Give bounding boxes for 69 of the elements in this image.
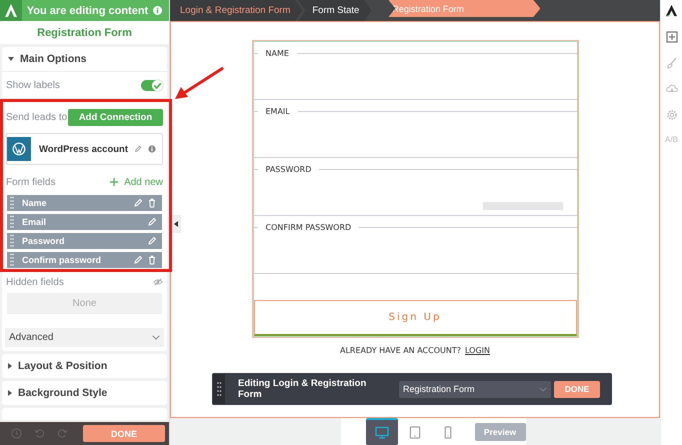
field-label: EMAIL	[258, 106, 298, 116]
trash-icon[interactable]	[147, 198, 157, 208]
field-label: PASSWORD	[258, 164, 320, 174]
form-field-item[interactable]: Confirm password	[7, 252, 162, 268]
drag-handle-icon[interactable]	[213, 374, 225, 404]
drag-handle-icon[interactable]	[10, 253, 14, 267]
arrow	[175, 66, 224, 99]
chevron-icon	[152, 335, 160, 340]
desktop-icon	[374, 426, 388, 439]
cloud-icon[interactable]	[666, 83, 678, 95]
panel-title: Registration Form	[0, 21, 169, 44]
input-field[interactable]: PASSWORD	[254, 158, 576, 216]
section-header[interactable]: Background Style	[2, 381, 167, 405]
add-connection-button[interactable]: Add Connection	[68, 108, 163, 126]
form-field-item[interactable]: Password	[7, 233, 162, 249]
undo-icon[interactable]	[34, 428, 45, 439]
collapse-handle[interactable]	[171, 215, 181, 233]
drag-handle-icon[interactable]	[10, 234, 14, 248]
tablet-icon	[408, 426, 422, 439]
field-label: NAME	[258, 48, 297, 58]
wordpress-logo-icon	[7, 134, 31, 164]
toggle-switch[interactable]	[141, 80, 163, 90]
history-icon[interactable]	[11, 428, 22, 439]
section-title: Layout & Position	[18, 360, 108, 372]
option-label: Show labels	[6, 80, 60, 90]
logo-icon	[0, 0, 22, 21]
pencil-icon[interactable]	[134, 144, 142, 154]
redo-icon[interactable]	[57, 428, 68, 439]
form-field-item[interactable]: Email	[7, 214, 162, 230]
plus-icon[interactable]	[110, 178, 118, 186]
section-title: Background Style	[18, 387, 108, 399]
info-icon[interactable]	[153, 6, 162, 15]
login-link[interactable]: LOGIN	[464, 346, 490, 355]
drag-handle-icon[interactable]	[10, 196, 14, 210]
input-field[interactable]: EMAIL	[254, 100, 576, 158]
option-label: Hidden fields	[6, 276, 64, 288]
trash-icon[interactable]	[147, 255, 157, 265]
breadcrumb[interactable]: Form State	[298, 0, 372, 21]
form-field-item[interactable]: Name	[7, 195, 162, 211]
caret-icon	[8, 57, 14, 61]
section-title: Main Options	[20, 53, 86, 65]
input-field[interactable]: CONFIRM PASSWORD	[254, 216, 576, 274]
login-prompt: ALREADY HAVE AN ACCOUNT?	[340, 346, 461, 355]
desktop-view-button[interactable]	[366, 418, 398, 445]
add-icon[interactable]	[666, 31, 678, 43]
breadcrumb[interactable]: Login & Registration Form	[170, 0, 302, 21]
option-label: Form fields	[6, 176, 56, 188]
logo-icon	[665, 4, 678, 17]
section-header[interactable]: Main Options	[2, 47, 167, 71]
drag-handle-icon[interactable]	[10, 215, 14, 229]
chevron-icon	[539, 386, 547, 392]
connection-name: WordPress account	[38, 144, 128, 154]
input-field[interactable]: NAME	[254, 42, 576, 100]
advanced-dropdown[interactable]: Advanced	[5, 328, 164, 347]
editor-status: You are editing content	[26, 4, 150, 16]
state-dropdown[interactable]: Registration Form	[399, 380, 551, 398]
section-header[interactable]: Layout & Position	[2, 354, 167, 378]
hidden-fields-box: None	[7, 293, 162, 314]
option-label: Send leads to	[6, 112, 68, 122]
settings-icon[interactable]	[666, 109, 678, 121]
info-icon[interactable]	[148, 144, 156, 154]
caret-icon	[8, 390, 12, 396]
caret-icon	[8, 363, 12, 369]
sign-up-button[interactable]: Sign Up	[254, 300, 576, 336]
eye-slash-icon[interactable]	[153, 277, 163, 287]
field-label: CONFIRM PASSWORD	[258, 222, 360, 232]
add-new-link[interactable]: Add new	[124, 176, 163, 188]
toolbar-title: Editing Login & Registration Form	[238, 378, 368, 400]
brush-icon[interactable]	[666, 57, 678, 69]
